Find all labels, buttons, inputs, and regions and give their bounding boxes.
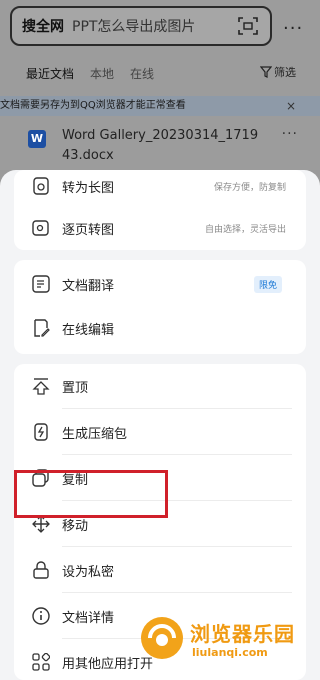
pin-top-icon — [32, 378, 50, 395]
document-tabs: 最近文档 本地 在线 — [26, 65, 154, 82]
menu-item-label: 设为私密 — [62, 564, 115, 580]
divider — [62, 408, 292, 409]
long-image-icon — [33, 177, 49, 195]
tab-local[interactable]: 本地 — [90, 65, 114, 82]
filter-icon — [260, 66, 272, 78]
apps-icon — [32, 653, 50, 671]
watermark-url: liulanqi.com — [192, 646, 268, 659]
divider — [62, 454, 292, 455]
notice-text: 文档需要另存为到QQ浏览器才能正常查看 — [0, 100, 186, 111]
edit-group: 文档翻译 限免 在线编辑 — [14, 260, 306, 354]
menu-item-long-image[interactable]: 转为长图 保存方便，防复制 — [14, 164, 306, 208]
menu-item-desc: 保存方便，防复制 — [213, 182, 286, 193]
file-row[interactable]: W Word Gallery_20230314_171943.docx ··· — [28, 126, 298, 166]
menu-item-page-image[interactable]: 逐页转图 自由选择，灵活导出 — [14, 206, 306, 250]
search-query-text[interactable]: PPT怎么导出成图片 — [72, 16, 195, 36]
scan-icon[interactable] — [238, 17, 258, 35]
divider — [62, 592, 292, 593]
close-icon[interactable]: × — [286, 96, 296, 116]
edit-icon — [34, 319, 50, 337]
lock-icon — [33, 561, 49, 579]
menu-item-label: 生成压缩包 — [62, 426, 128, 442]
tab-online[interactable]: 在线 — [130, 65, 154, 82]
convert-group: 转为长图 保存方便，防复制 逐页转图 自由选择，灵活导出 — [14, 170, 306, 250]
notice-banner: 文档需要另存为到QQ浏览器才能正常查看 × — [0, 96, 320, 116]
menu-item-pin-top[interactable]: 置顶 — [14, 364, 306, 408]
info-icon — [32, 607, 50, 625]
free-badge: 限免 — [253, 275, 282, 293]
menu-item-label: 文档详情 — [62, 610, 115, 626]
word-file-icon: W — [28, 130, 46, 148]
menu-item-label: 逐页转图 — [62, 222, 115, 238]
menu-item-desc: 自由选择，灵活导出 — [204, 224, 286, 235]
file-more-icon[interactable]: ··· — [282, 126, 298, 142]
translate-icon — [32, 275, 50, 293]
action-sheet: 转为长图 保存方便，防复制 逐页转图 自由选择，灵活导出 文档翻译 限免 在线编… — [0, 170, 320, 680]
menu-item-label: 文档翻译 — [62, 278, 115, 294]
filter-button[interactable]: 筛选 — [260, 64, 296, 80]
file-name: Word Gallery_20230314_171943.docx — [62, 128, 259, 163]
more-menu-icon[interactable]: ··· — [283, 18, 303, 39]
menu-item-label: 置顶 — [62, 380, 89, 396]
watermark: 浏览器乐园 liulanqi.com — [136, 606, 320, 668]
highlight-annotation — [14, 470, 168, 518]
menu-item-create-zip[interactable]: 生成压缩包 — [14, 410, 306, 454]
search-scope-label[interactable]: 搜全网 — [22, 16, 64, 36]
watermark-title: 浏览器乐园 — [190, 622, 295, 646]
search-bar[interactable]: 搜全网 PPT怎么导出成图片 — [10, 6, 272, 46]
divider — [62, 546, 292, 547]
menu-item-label: 转为长图 — [62, 180, 115, 196]
filter-label: 筛选 — [274, 66, 296, 79]
zip-icon — [34, 423, 48, 441]
watermark-logo-icon — [141, 617, 183, 659]
tab-recent[interactable]: 最近文档 — [26, 65, 74, 82]
menu-item-translate[interactable]: 文档翻译 限免 — [14, 262, 306, 306]
document-list-page: 搜全网 PPT怎么导出成图片 ··· 最近文档 本地 在线 筛选 文档需要另存为… — [0, 0, 320, 170]
menu-item-set-private[interactable]: 设为私密 — [14, 548, 306, 592]
page-image-icon — [32, 220, 49, 236]
menu-item-label: 在线编辑 — [62, 322, 115, 338]
menu-item-online-edit[interactable]: 在线编辑 — [14, 306, 306, 350]
